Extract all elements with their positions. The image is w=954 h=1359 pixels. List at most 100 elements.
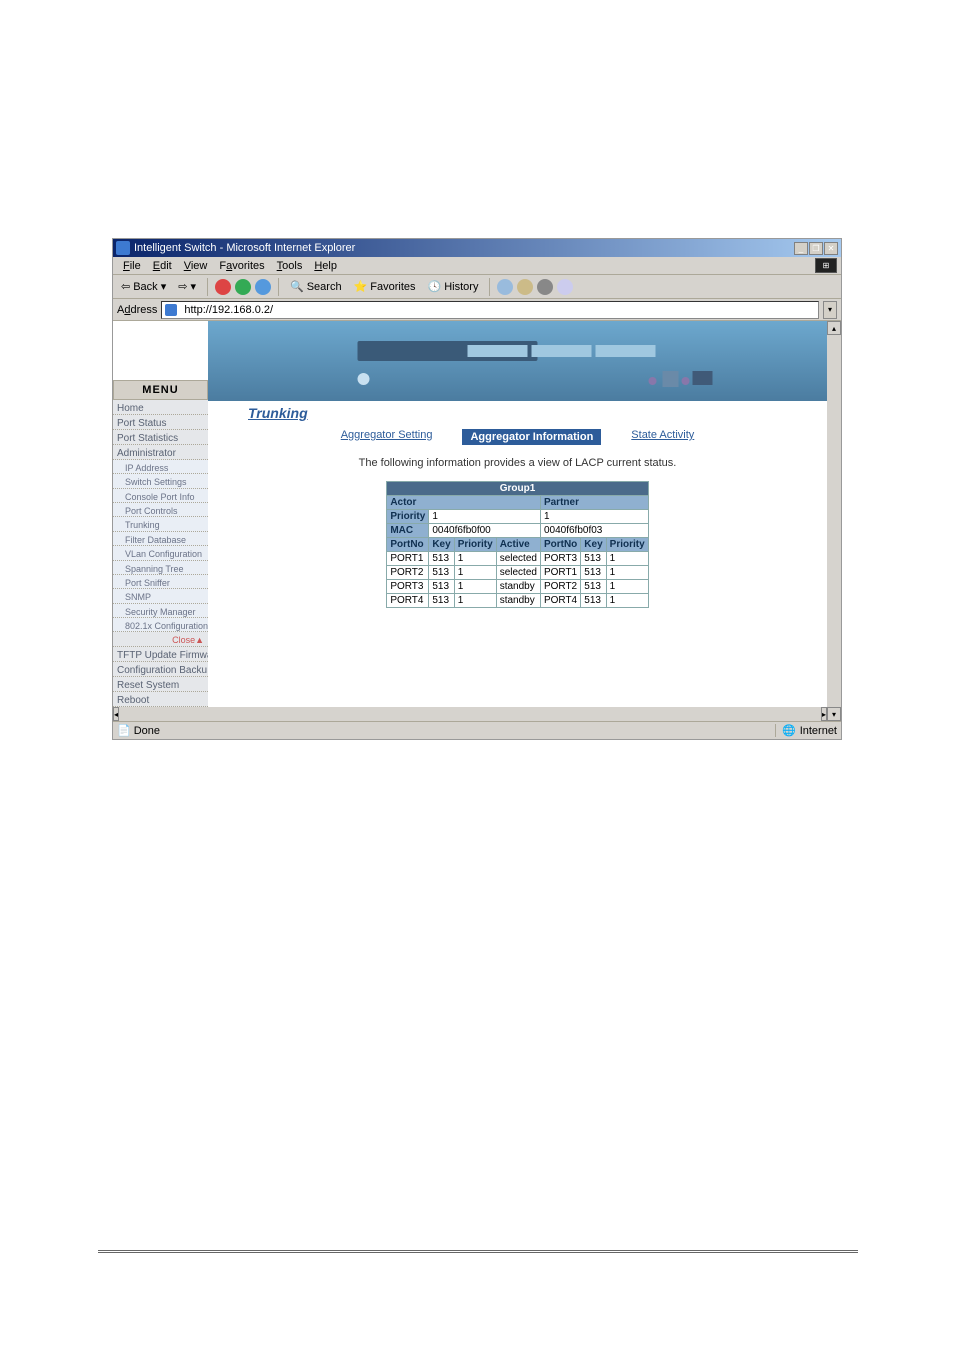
col-priority: Priority xyxy=(454,538,496,552)
close-button[interactable]: ✕ xyxy=(824,242,838,255)
page-footer-rule xyxy=(98,1250,858,1254)
menu-view[interactable]: View xyxy=(178,258,214,274)
table-cell: 513 xyxy=(429,594,454,608)
page-title: Trunking xyxy=(248,405,827,421)
vertical-scrollbar[interactable]: ▴ ▾ xyxy=(827,321,841,721)
sidebar-sub-8021x-configuration[interactable]: 802.1x Configuration xyxy=(113,618,208,632)
menu-edit[interactable]: Edit xyxy=(147,258,178,274)
status-done: 📄 Done xyxy=(117,724,775,737)
page-icon xyxy=(165,304,177,316)
globe-icon: 🌐 xyxy=(782,724,796,737)
ie-window: Intelligent Switch - Microsoft Internet … xyxy=(112,238,842,740)
edit-icon[interactable] xyxy=(537,279,553,295)
history-button[interactable]: 🕓 History xyxy=(424,280,483,293)
table-cell: 1 xyxy=(454,552,496,566)
sidebar-item-port-statistics[interactable]: Port Statistics xyxy=(113,430,208,445)
home-icon[interactable] xyxy=(255,279,271,295)
back-button[interactable]: ⇦ Back ▾ xyxy=(117,280,170,293)
stop-icon[interactable] xyxy=(215,279,231,295)
table-cell: 1 xyxy=(606,580,648,594)
sidebar-item-port-status[interactable]: Port Status xyxy=(113,415,208,430)
table-cell: selected xyxy=(496,552,540,566)
menu-favorites[interactable]: Favorites xyxy=(213,258,270,274)
sidebar-close[interactable]: Close▲ xyxy=(113,632,208,646)
sidebar-sub-ip-address[interactable]: IP Address xyxy=(113,460,208,474)
tab-state-activity[interactable]: State Activity xyxy=(631,429,694,445)
table-row: PORT45131standbyPORT45131 xyxy=(387,594,648,608)
sidebar-sub-snmp[interactable]: SNMP xyxy=(113,589,208,603)
url-text: http://192.168.0.2/ xyxy=(184,304,273,316)
table-cell: 1 xyxy=(606,552,648,566)
sidebar-item-reset-system[interactable]: Reset System xyxy=(113,677,208,692)
table-row: PORT35131standbyPORT25131 xyxy=(387,580,648,594)
menu-file[interactable]: File xyxy=(117,258,147,274)
table-cell: 1 xyxy=(606,594,648,608)
table-cell: PORT1 xyxy=(540,566,580,580)
address-input[interactable]: http://192.168.0.2/ xyxy=(161,301,819,319)
actor-header: Actor xyxy=(387,496,541,510)
sidebar-sub-trunking[interactable]: Trunking xyxy=(113,517,208,531)
switch-banner xyxy=(208,321,827,401)
mail-icon[interactable] xyxy=(497,279,513,295)
refresh-icon[interactable] xyxy=(235,279,251,295)
sidebar-sub-vlan-configuration[interactable]: VLan Configuration xyxy=(113,546,208,560)
actor-priority: 1 xyxy=(429,510,541,524)
tab-aggregator-setting[interactable]: Aggregator Setting xyxy=(341,429,433,445)
table-cell: 1 xyxy=(606,566,648,580)
col-key-p: Key xyxy=(581,538,606,552)
scroll-up-arrow[interactable]: ▴ xyxy=(827,321,841,335)
maximize-button[interactable]: ❐ xyxy=(809,242,823,255)
table-row: PORT25131selectedPORT15131 xyxy=(387,566,648,580)
sidebar-sub-spanning-tree[interactable]: Spanning Tree xyxy=(113,561,208,575)
actor-mac: 0040f6fb0f00 xyxy=(429,524,541,538)
sidebar-item-tftp-update[interactable]: TFTP Update Firmwa xyxy=(113,647,208,662)
group-header: Group1 xyxy=(387,482,648,496)
mac-label: MAC xyxy=(387,524,429,538)
partner-header: Partner xyxy=(540,496,648,510)
discuss-icon[interactable] xyxy=(557,279,573,295)
sidebar-sub-port-controls[interactable]: Port Controls xyxy=(113,503,208,517)
print-icon[interactable] xyxy=(517,279,533,295)
col-portno: PortNo xyxy=(387,538,429,552)
table-cell: 513 xyxy=(429,552,454,566)
address-dropdown-button[interactable]: ▾ xyxy=(823,301,837,319)
sidebar-item-administrator[interactable]: Administrator xyxy=(113,445,208,460)
table-cell: PORT2 xyxy=(387,566,429,580)
table-cell: PORT3 xyxy=(387,580,429,594)
sidebar-sub-switch-settings[interactable]: Switch Settings xyxy=(113,474,208,488)
sidebar-menu-header: MENU xyxy=(113,380,208,400)
page-icon: 📄 xyxy=(117,724,131,737)
table-cell: PORT1 xyxy=(387,552,429,566)
separator xyxy=(207,278,208,296)
lacp-status-table: Group1 Actor Partner Priority 1 1 xyxy=(386,481,648,608)
sidebar-item-config-backup[interactable]: Configuration Backu xyxy=(113,662,208,677)
separator xyxy=(278,278,279,296)
favorites-button[interactable]: ⭐ Favorites xyxy=(350,280,420,293)
table-cell: standby xyxy=(496,580,540,594)
sidebar-item-reboot[interactable]: Reboot xyxy=(113,692,208,707)
col-priority-p: Priority xyxy=(606,538,648,552)
table-cell: selected xyxy=(496,566,540,580)
tab-aggregator-information[interactable]: Aggregator Information xyxy=(462,429,601,445)
scroll-down-arrow[interactable]: ▾ xyxy=(827,707,841,721)
table-row: PORT15131selectedPORT35131 xyxy=(387,552,648,566)
table-cell: 1 xyxy=(454,580,496,594)
table-cell: 1 xyxy=(454,566,496,580)
minimize-button[interactable]: _ xyxy=(794,242,808,255)
menu-tools[interactable]: Tools xyxy=(271,258,309,274)
menu-help[interactable]: Help xyxy=(308,258,343,274)
table-cell: 513 xyxy=(581,580,606,594)
sidebar-sub-filter-database[interactable]: Filter Database xyxy=(113,532,208,546)
search-button[interactable]: 🔍 Search xyxy=(286,280,346,293)
tab-row: Aggregator Setting Aggregator Informatio… xyxy=(208,429,827,445)
sidebar-item-home[interactable]: Home xyxy=(113,400,208,415)
sidebar-sub-port-sniffer[interactable]: Port Sniffer xyxy=(113,575,208,589)
address-bar: Address http://192.168.0.2/ ▾ xyxy=(113,299,841,321)
trunking-title: Trunking xyxy=(248,405,308,421)
content-pane: MENU Home Port Status Port Statistics Ad… xyxy=(113,321,841,721)
forward-button[interactable]: ⇨ ▾ xyxy=(174,280,200,293)
address-label: Address xyxy=(117,304,157,316)
horizontal-scrollbar[interactable]: ◂ ▸ xyxy=(113,707,827,721)
sidebar-sub-console-port-info[interactable]: Console Port Info xyxy=(113,489,208,503)
sidebar-sub-security-manager[interactable]: Security Manager xyxy=(113,604,208,618)
